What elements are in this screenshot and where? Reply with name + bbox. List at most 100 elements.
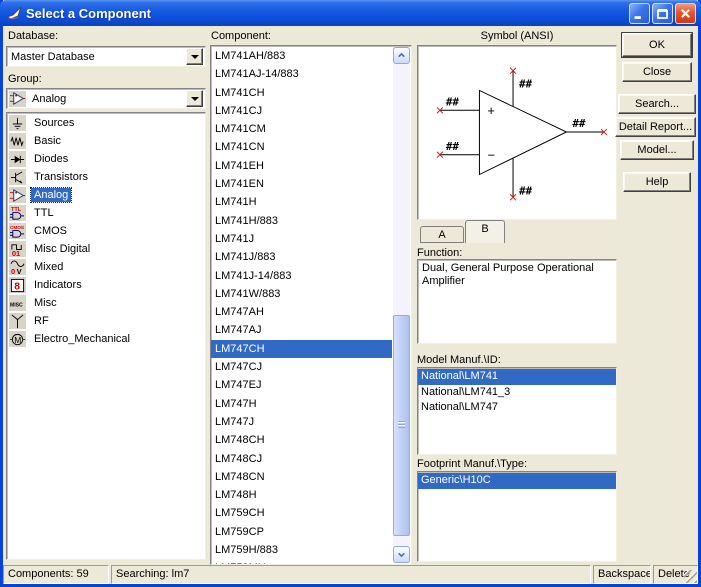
ttl-icon: TTL: [9, 205, 26, 221]
minimize-button[interactable]: [629, 3, 650, 24]
group-list-item[interactable]: 8Indicators: [7, 276, 205, 294]
component-list-item[interactable]: LM747AH: [211, 303, 392, 321]
component-list-item[interactable]: LM747J: [211, 413, 392, 431]
component-list-item[interactable]: LM748CH: [211, 431, 392, 449]
group-list-item[interactable]: MISCMisc: [7, 294, 205, 312]
status-components-count: Components: 59: [3, 565, 109, 584]
group-list-item[interactable]: Transistors: [7, 168, 205, 186]
group-list-item[interactable]: CMOS CMOS: [7, 222, 205, 240]
ok-button[interactable]: OK: [622, 33, 692, 57]
model-manuf-list[interactable]: National\LM741National\LM741_3National\L…: [417, 367, 617, 455]
group-list-item[interactable]: 0VMixed: [7, 258, 205, 276]
close-button[interactable]: Close: [622, 62, 692, 82]
model-button[interactable]: Model...: [620, 140, 694, 160]
motor-icon: M: [9, 331, 26, 347]
group-list-item[interactable]: Diodes: [7, 150, 205, 168]
transistor-icon: [9, 169, 26, 185]
group-item-label: Misc Digital: [31, 242, 93, 256]
component-list[interactable]: LM741AH/883LM741AJ-14/883LM741CHLM741CJL…: [210, 45, 412, 565]
cmos-icon: CMOS: [9, 223, 26, 239]
component-list-item[interactable]: LM741EN: [211, 175, 392, 193]
model-list-item[interactable]: National\LM747: [418, 400, 616, 416]
component-list-item[interactable]: LM759CH: [211, 504, 392, 522]
status-bar: Components: 59 Searching: lm7 Backspace …: [3, 563, 698, 584]
group-list-item[interactable]: Basic: [7, 132, 205, 150]
scroll-down-icon[interactable]: [393, 546, 410, 563]
scrollbar-track[interactable]: [393, 64, 410, 546]
close-window-button[interactable]: [675, 3, 696, 24]
svg-text:01: 01: [12, 249, 20, 257]
tab-section-a[interactable]: A: [420, 226, 464, 243]
component-list-item[interactable]: LM741AH/883: [211, 47, 392, 65]
component-list-item[interactable]: LM741EH: [211, 157, 392, 175]
svg-text:M: M: [14, 334, 21, 344]
group-combobox[interactable]: Analog: [6, 88, 206, 109]
component-list-item[interactable]: LM747EJ: [211, 376, 392, 394]
help-button[interactable]: Help: [623, 172, 691, 192]
opamp-symbol: + − ## ## ## ## ##: [418, 46, 616, 219]
group-combo-icon: [9, 91, 26, 107]
dropdown-arrow-icon[interactable]: [186, 90, 203, 107]
group-list-item[interactable]: TTLTTL: [7, 204, 205, 222]
component-list-item[interactable]: LM748CN: [211, 468, 392, 486]
component-list-item[interactable]: LM748CJ: [211, 450, 392, 468]
scrollbar-thumb[interactable]: [393, 315, 410, 537]
component-list-item[interactable]: LM748H: [211, 486, 392, 504]
component-list-item[interactable]: LM747CH: [211, 340, 392, 358]
group-item-label: CMOS: [31, 224, 70, 238]
group-list-item[interactable]: MElectro_Mechanical: [7, 330, 205, 348]
misc-digital-icon: 01: [9, 241, 26, 257]
dialog-content: Database: Master Database Group: Analog …: [3, 26, 698, 584]
component-list-item[interactable]: LM741W/883: [211, 285, 392, 303]
footprint-list[interactable]: Generic\H10C: [417, 471, 617, 562]
scroll-up-icon[interactable]: [393, 47, 410, 64]
pin-label: ##: [446, 95, 460, 108]
database-combobox[interactable]: Master Database: [6, 46, 206, 67]
component-scrollbar[interactable]: [393, 47, 410, 563]
group-item-label: Transistors: [31, 170, 91, 184]
resize-grip[interactable]: [684, 570, 697, 583]
model-manuf-label: Model Manuf.\ID:: [417, 354, 501, 366]
group-item-label: Mixed: [31, 260, 66, 274]
component-list-item[interactable]: LM741H: [211, 193, 392, 211]
group-list-item[interactable]: 01 Misc Digital: [7, 240, 205, 258]
group-list-item[interactable]: Sources: [7, 114, 205, 132]
search-button[interactable]: Search...: [618, 94, 696, 114]
ground-icon: [9, 115, 26, 131]
group-list-item[interactable]: RF: [7, 312, 205, 330]
component-list-item[interactable]: LM747CJ: [211, 358, 392, 376]
tab-section-b[interactable]: B: [465, 220, 505, 243]
component-list-item[interactable]: LM741J-14/883: [211, 267, 392, 285]
detail-report-button[interactable]: Detail Report...: [615, 117, 696, 137]
component-list-item[interactable]: LM747H: [211, 395, 392, 413]
component-list-item[interactable]: LM741CM: [211, 120, 392, 138]
component-list-item[interactable]: LM741H/883: [211, 212, 392, 230]
maximize-button[interactable]: [652, 3, 673, 24]
model-list-item[interactable]: National\LM741: [418, 369, 616, 385]
pin-label: ##: [446, 140, 460, 153]
rf-icon: [9, 313, 26, 329]
component-list-item[interactable]: LM747AJ: [211, 321, 392, 339]
pin-label: ##: [519, 78, 533, 91]
indicator-icon: 8: [9, 277, 26, 293]
svg-text:MISC: MISC: [10, 302, 23, 308]
titlebar[interactable]: Select a Component: [0, 0, 701, 26]
group-list[interactable]: SourcesBasicDiodes Transistors Analog TTLTT…: [6, 112, 206, 560]
group-item-label: Analog: [31, 188, 71, 202]
component-list-item[interactable]: LM741CN: [211, 138, 392, 156]
component-list-item[interactable]: LM741AJ-14/883: [211, 65, 392, 83]
component-list-item[interactable]: LM759H/883: [211, 541, 392, 559]
plus-input-label: +: [487, 103, 495, 118]
group-list-item[interactable]: Analog: [7, 186, 205, 204]
group-value: Analog: [26, 93, 186, 105]
footprint-list-item[interactable]: Generic\H10C: [418, 473, 616, 489]
pin-label: ##: [572, 117, 586, 130]
dropdown-arrow-icon[interactable]: [186, 48, 203, 65]
model-list-item[interactable]: National\LM741_3: [418, 385, 616, 401]
component-list-item[interactable]: LM741CH: [211, 84, 392, 102]
diode-icon: [9, 151, 26, 167]
component-list-item[interactable]: LM759CP: [211, 523, 392, 541]
component-list-item[interactable]: LM741CJ: [211, 102, 392, 120]
component-list-item[interactable]: LM741J: [211, 230, 392, 248]
component-list-item[interactable]: LM741J/883: [211, 248, 392, 266]
